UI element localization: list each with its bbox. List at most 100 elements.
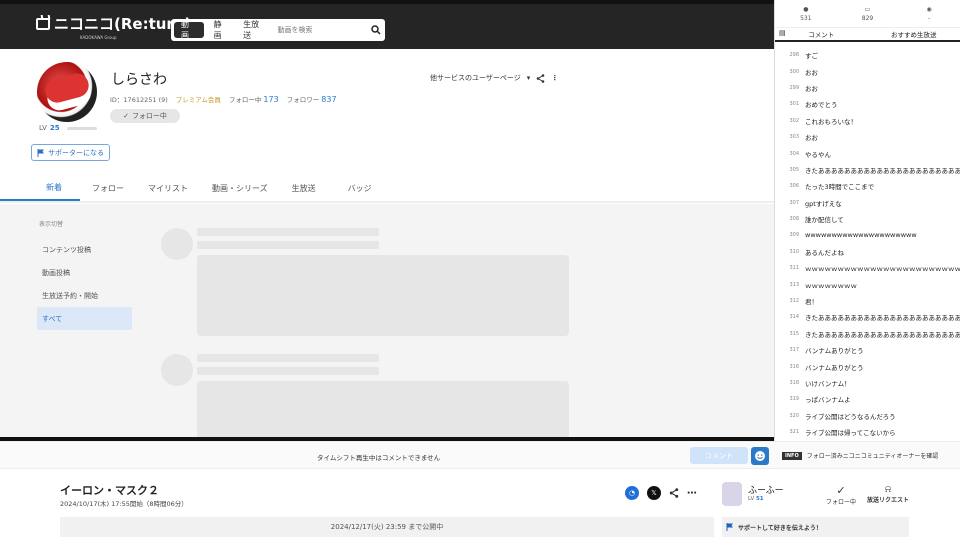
follow-button[interactable]: ✓ フォロー中	[110, 109, 180, 123]
comment-number: 302	[789, 117, 799, 124]
search-button[interactable]	[367, 19, 385, 41]
comment-number: 300	[789, 68, 799, 75]
broadcaster-follow-button[interactable]: ✓ フォロー中	[826, 484, 856, 506]
comment-row[interactable]: 313 ｗｗｗｗｗｗｗｗ	[775, 276, 960, 292]
tab-follow[interactable]: フォロー	[80, 175, 136, 201]
broadcaster-name: ふーふー	[748, 486, 784, 496]
comment-text: 誰か配信して	[805, 216, 844, 225]
comment-row[interactable]: 316 バンナムありがとう	[775, 358, 960, 374]
info-tag: INFO	[782, 451, 802, 460]
support-text: サポートして好きを伝えよう！	[738, 524, 822, 532]
followers-stat[interactable]: フォロワー 837	[287, 94, 337, 104]
level-label: LV	[39, 124, 47, 132]
emoji-button[interactable]	[751, 447, 769, 465]
caret-down-icon: ▾	[526, 74, 531, 82]
comment-row[interactable]: 298 すご	[775, 47, 960, 63]
broadcaster-avatar	[722, 482, 742, 506]
menu-content-posts[interactable]: コンテンツ投稿	[37, 238, 132, 261]
tab-badge[interactable]: バッジ	[328, 175, 384, 201]
comment-row[interactable]: 299 おお	[775, 80, 960, 96]
info-notice[interactable]: INFO フォロー済みニコニコミュニティオーナーを確認	[782, 451, 938, 460]
viewer-count-value: 531	[800, 14, 812, 22]
comment-number: 301	[789, 101, 799, 108]
skeleton-card	[197, 381, 569, 439]
comment-row[interactable]: 321 ライブ公開は帰ってこないから	[775, 424, 960, 440]
comment-row[interactable]: 309 wwwwwwwwwwwwwwwwwwwww	[775, 227, 960, 243]
comment-disabled-notice: タイムシフト再生中はコメントできません	[317, 454, 441, 462]
comment-row[interactable]: 317 バンナムありがとう	[775, 342, 960, 358]
search-tab-image[interactable]: 静画	[207, 19, 237, 41]
comment-list[interactable]: 298 すご 300 おお 299 おお 301 おめでとう 302 これおもろいな！ 303 おお 3…	[775, 47, 960, 441]
comment-text: っぱバンナムよ	[805, 396, 851, 405]
tab-new[interactable]: 新着	[0, 175, 80, 201]
following-count: 173	[263, 95, 279, 104]
comment-row[interactable]: 301 おめでとう	[775, 96, 960, 112]
tab-video-series[interactable]: 動画・シリーズ	[200, 175, 280, 201]
comment-number: 308	[789, 216, 799, 223]
comment-row[interactable]: 304 やるやん	[775, 145, 960, 161]
comment-row[interactable]: 303 おお	[775, 129, 960, 145]
more-horizontal-icon[interactable]: ⋯	[687, 488, 697, 499]
flag-icon	[726, 523, 733, 531]
support-banner[interactable]: サポートして好きを伝えよう！	[722, 517, 909, 537]
comment-row[interactable]: 320 ライブ公開はどうなるんだろう	[775, 408, 960, 424]
menu-video-posts[interactable]: 動画投稿	[37, 261, 132, 284]
comment-row[interactable]: 307 gptすげえな	[775, 195, 960, 211]
follow-label: フォロー中	[131, 112, 167, 120]
skeleton-card	[197, 255, 569, 336]
side-menu-title: 表示切替	[39, 221, 64, 228]
clock-icon[interactable]: ◔	[625, 486, 639, 500]
comment-text: たった3時間でここまで	[805, 183, 875, 192]
avatar	[37, 62, 97, 122]
comment-row[interactable]: 319 っぱバンナムよ	[775, 391, 960, 407]
tab-live[interactable]: 生放送	[280, 175, 328, 201]
search-tab-video[interactable]: 動画	[174, 20, 204, 40]
share-icon[interactable]	[669, 488, 679, 498]
tab-recommended-live[interactable]: おすすめ生放送	[868, 28, 960, 40]
comment-row[interactable]: 318 いけバンナム！	[775, 375, 960, 391]
comment-text: おめでとう	[805, 101, 838, 110]
comment-row[interactable]: 302 これおもろいな！	[775, 113, 960, 129]
comment-row[interactable]: 308 誰か配信して	[775, 211, 960, 227]
comment-row[interactable]: 300 おお	[775, 63, 960, 79]
comment-text: wwwwwwwwwwwwwwwwwwwww	[805, 231, 917, 240]
tab-mylist[interactable]: マイリスト	[136, 175, 200, 201]
comment-text: バンナムありがとう	[805, 347, 864, 356]
tv-icon	[36, 17, 50, 30]
comment-submit-button[interactable]: コメント	[690, 447, 748, 464]
x-icon[interactable]: 𝕏	[647, 486, 661, 500]
level-bar	[66, 126, 97, 130]
level-value: 25	[49, 124, 60, 132]
comment-text: ｗｗｗｗｗｗｗｗ	[805, 281, 857, 290]
comment-number: 309	[789, 232, 799, 239]
supporter-button[interactable]: サポーターになる	[31, 144, 110, 161]
comment-row[interactable]: 310 あるんだよね	[775, 244, 960, 260]
menu-all[interactable]: すべて	[37, 307, 132, 330]
broadcaster-follow-label: フォロー中	[826, 499, 857, 506]
user-meta: ID：17612251 (9) プレミアム会員 フォロー中 173 フォロワー …	[110, 94, 337, 104]
comment-row[interactable]: 311 ｗｗｗｗｗｗｗｗｗｗｗｗｗｗｗｗｗｗｗｗｗｗｗｗｗｗｗ	[775, 260, 960, 276]
profile-area: LV 25 サポーターになる しらさわ ID：17612251 (9) プレミア…	[0, 49, 774, 439]
comment-number: 318	[789, 380, 799, 386]
menu-live-reserve[interactable]: 生放送予約・開始	[37, 284, 132, 307]
comment-row[interactable]: 306 たった3時間でここまで	[775, 178, 960, 194]
more-vertical-icon[interactable]: ⋮	[551, 74, 558, 82]
comment-row[interactable]: 312 君！	[775, 293, 960, 309]
skeleton-avatar	[161, 228, 193, 260]
comment-count-value: 829	[861, 14, 874, 22]
comment-row[interactable]: 314 きたあああああああああああああああああああああああああああああ	[775, 309, 960, 325]
other-services-menu[interactable]: 他サービスのユーザーページ ▾ ⋮	[430, 73, 558, 83]
broadcast-request-button[interactable]: ⍾ 放送リクエスト	[866, 484, 910, 504]
share-icon[interactable]	[536, 73, 545, 83]
search-tab-live[interactable]: 生放送	[236, 19, 273, 41]
niconico-logo[interactable]: ニコニコ(Re:turn)	[36, 13, 191, 34]
comment-text: バンナムありがとう	[805, 363, 864, 372]
search-input[interactable]	[277, 26, 368, 34]
info-text: フォロー済みニコニコミュニティオーナーを確認	[806, 453, 939, 460]
tab-comments[interactable]: コメント	[775, 28, 868, 40]
followers-label: フォロワー	[286, 96, 320, 104]
chat-bubble-icon: ▤	[779, 29, 786, 37]
following-stat[interactable]: フォロー中 173	[229, 94, 279, 104]
comment-row[interactable]: 315 きたあああああああああああああああああああああああああ	[775, 326, 960, 342]
comment-row[interactable]: 305 きたああああああああああああああああああああああああああああ	[775, 162, 960, 178]
